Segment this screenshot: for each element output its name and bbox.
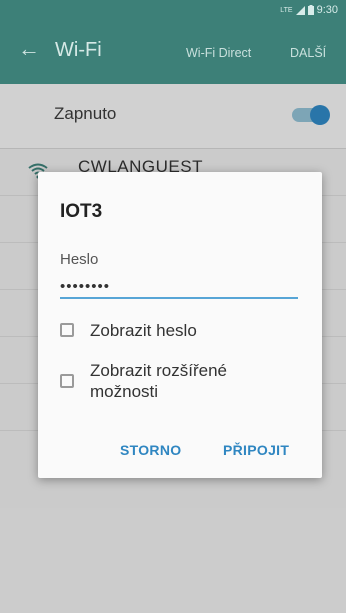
signal-icon	[295, 5, 305, 15]
wifi-direct-button[interactable]: Wi-Fi Direct	[186, 46, 251, 60]
status-bar: LTE 9:30	[0, 0, 346, 22]
network-type: LTE	[280, 6, 293, 14]
battery-icon	[307, 5, 314, 15]
show-password-checkbox[interactable]	[60, 323, 74, 337]
show-password-label: Zobrazit heslo	[90, 321, 197, 340]
more-button[interactable]: DALŠÍ	[290, 46, 326, 60]
password-input[interactable]	[60, 275, 298, 299]
clock: 9:30	[316, 4, 338, 16]
connect-button[interactable]: PŘIPOJIT	[223, 442, 289, 458]
advanced-options-checkbox[interactable]	[60, 374, 74, 388]
status-icons: LTE 9:30	[280, 4, 338, 16]
cancel-button[interactable]: STORNO	[120, 442, 181, 458]
password-label: Heslo	[60, 251, 99, 268]
advanced-options-label: Zobrazit rozšířené možnosti	[90, 361, 227, 401]
advanced-options-option[interactable]: Zobrazit rozšířené možnosti	[60, 360, 280, 402]
back-arrow-icon[interactable]: ←	[18, 38, 40, 60]
show-password-option[interactable]: Zobrazit heslo	[60, 320, 197, 341]
wifi-connect-dialog: IOT3 Heslo Zobrazit heslo Zobrazit rozší…	[38, 172, 322, 478]
dialog-title: IOT3	[60, 201, 103, 222]
app-bar: ← Wi-Fi Wi-Fi Direct DALŠÍ	[0, 22, 346, 84]
page-title: Wi-Fi	[55, 39, 102, 61]
